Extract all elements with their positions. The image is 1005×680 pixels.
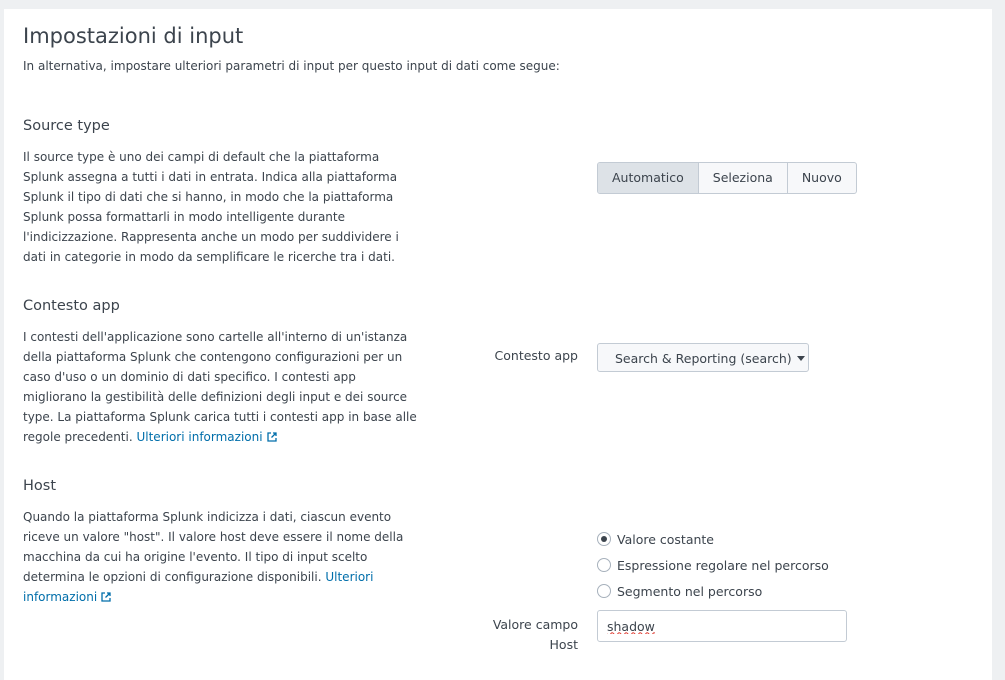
more-info-link-part1[interactable]: Ulteriori — [325, 570, 373, 584]
radio-checked-icon — [597, 532, 611, 546]
settings-panel: Impostazioni di input In alternativa, im… — [4, 9, 992, 680]
source-type-description: Il source type è uno dei campi di defaul… — [23, 147, 399, 267]
radio-valore-costante[interactable]: Valore costante — [597, 526, 829, 552]
host-value-input[interactable] — [597, 610, 847, 642]
description-line: Splunk assegna a tutti i dati in entrata… — [23, 170, 398, 184]
description-line: macchina da cui ha origine l'evento. Il … — [23, 550, 368, 564]
radio-label: Espressione regolare nel percorso — [617, 557, 829, 573]
radio-unchecked-icon — [597, 584, 611, 598]
description-line: riceve un valore "host". Il valore host … — [23, 530, 404, 544]
nuovo-button[interactable]: Nuovo — [786, 163, 856, 193]
description-line-with-link: determina le opzioni di configurazione d… — [23, 567, 403, 587]
source-type-title: Source type — [23, 118, 110, 134]
description-line: Quando la piattaforma Splunk indicizza i… — [23, 510, 392, 524]
radio-espressione-regolare[interactable]: Espressione regolare nel percorso — [597, 552, 829, 578]
description-line: migliorano la gestibilità delle definizi… — [23, 390, 408, 404]
radio-label: Valore costante — [617, 531, 714, 547]
description-line-with-link: regole precedenti. Ulteriori informazion… — [23, 427, 417, 447]
more-info-link[interactable]: Ulteriori informazioni — [136, 430, 277, 444]
description-line: Splunk possa formattarli in modo intelli… — [23, 210, 345, 224]
description-line: caso d'uso o un dominio di dati specific… — [23, 370, 356, 384]
external-link-icon — [266, 432, 277, 442]
app-context-title: Contesto app — [23, 298, 120, 314]
app-context-dropdown[interactable]: Search & Reporting (search) — [597, 343, 809, 372]
radio-unchecked-icon — [597, 558, 611, 572]
host-field-label-line1: Valore campo — [492, 617, 578, 632]
description-line: I contesti dell'applicazione sono cartel… — [23, 330, 408, 344]
description-line: Il source type è uno dei campi di defaul… — [23, 150, 380, 164]
app-context-label: Contesto app — [494, 348, 578, 363]
description-line: determina le opzioni di configurazione d… — [23, 570, 322, 584]
dropdown-value: Search & Reporting (search) — [615, 351, 792, 366]
description-line: dati in categorie in modo da semplificar… — [23, 250, 395, 264]
description-line: l'indicizzazione. Rappresenta anche un m… — [23, 230, 399, 244]
host-field-label: Valore campo Host — [493, 615, 578, 655]
radio-segmento-percorso[interactable]: Segmento nel percorso — [597, 578, 829, 604]
description-line: regole precedenti. — [23, 430, 133, 444]
description-line: della piattaforma Splunk che contengono … — [23, 350, 403, 364]
description-line: Splunk il tipo di dati che si hanno, in … — [23, 190, 394, 204]
page-title: Impostazioni di input — [23, 24, 244, 48]
host-description: Quando la piattaforma Splunk indicizza i… — [23, 507, 403, 607]
automatico-button[interactable]: Automatico — [598, 163, 698, 193]
host-title: Host — [23, 478, 57, 494]
app-context-description: I contesti dell'applicazione sono cartel… — [23, 327, 417, 447]
page-subtitle: In alternativa, impostare ulteriori para… — [23, 59, 560, 73]
description-line-with-link: informazioni — [23, 587, 403, 607]
more-info-link-part2[interactable]: informazioni — [23, 590, 111, 604]
seleziona-button[interactable]: Seleziona — [697, 163, 787, 193]
more-info-link-text: Ulteriori informazioni — [136, 430, 263, 444]
host-field-label-line2: Host — [549, 637, 578, 652]
external-link-icon — [101, 592, 111, 602]
host-radio-group: Valore costante Espressione regolare nel… — [597, 526, 829, 604]
radio-label: Segmento nel percorso — [617, 583, 763, 599]
caret-down-icon — [796, 356, 805, 361]
source-type-button-group: Automatico Seleziona Nuovo — [597, 162, 857, 194]
description-line: type. La piattaforma Splunk carica tutti… — [23, 410, 417, 424]
more-info-link-text: informazioni — [23, 590, 98, 604]
